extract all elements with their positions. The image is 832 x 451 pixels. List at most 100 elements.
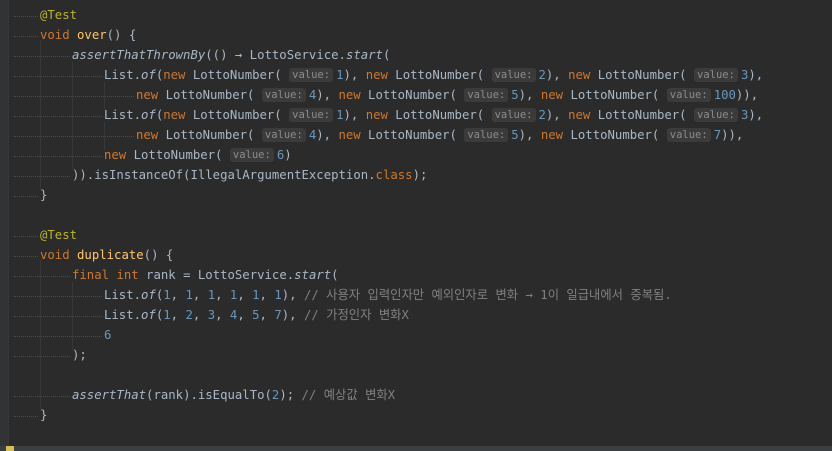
code-token-keyword: void <box>40 28 70 42</box>
parameter-hint: value: <box>289 108 334 122</box>
code-line[interactable]: List.of(new LottoNumber( value: 1), new L… <box>8 105 763 125</box>
warning-marker-icon <box>6 446 14 451</box>
code-line[interactable]: List.of(1, 2, 3, 4, 5, 7), // 가정인자 변화X <box>8 305 409 325</box>
code-token-plain: ), <box>748 68 764 82</box>
code-token-keyword: final <box>72 268 110 282</box>
parameter-hint: value: <box>464 128 509 142</box>
code-token-plain: LottoNumber( <box>563 128 667 142</box>
code-token-plain: ), <box>545 108 569 122</box>
parameter-hint: value: <box>261 88 306 102</box>
code-token-number: 1 <box>207 288 216 302</box>
code-token-plain: (rank).isEqualTo( <box>146 388 272 402</box>
code-token-plain: , <box>215 288 230 302</box>
code-token-static: start <box>294 268 332 282</box>
code-token-plain: LottoNumber( <box>360 88 465 102</box>
parameter-hint: value: <box>694 108 738 122</box>
code-line[interactable]: new LottoNumber( value: 6) <box>8 145 292 165</box>
code-line[interactable]: List.of(new LottoNumber( value: 1), new L… <box>8 65 763 85</box>
horizontal-scrollbar[interactable] <box>0 446 832 451</box>
code-token-static: assertThat <box>72 388 147 402</box>
code-token-plain: LottoNumber( <box>158 88 262 102</box>
parameter-hint: value: <box>491 68 536 82</box>
code-line[interactable]: new LottoNumber( value: 4), new LottoNumb… <box>8 85 758 105</box>
code-token-plain: () { <box>106 28 137 42</box>
code-token-plain: ); <box>72 348 87 362</box>
code-token-static: of <box>141 68 156 82</box>
code-token-number: 2 <box>538 108 546 122</box>
code-token-number: 7 <box>274 308 282 322</box>
code-token-number: 5 <box>511 128 519 142</box>
code-token-plain: , <box>215 308 230 322</box>
code-line[interactable]: new LottoNumber( value: 4), new LottoNumb… <box>8 125 743 145</box>
code-token-plain: )).isInstanceOf(IllegalArgumentException… <box>72 168 376 182</box>
code-token-plain: )), <box>721 128 744 142</box>
code-token-plain: ) <box>284 148 292 162</box>
code-token-number: 2 <box>185 308 193 322</box>
code-token-plain: List. <box>104 308 142 322</box>
code-token-number: 1 <box>163 308 171 322</box>
code-token-keyword: new <box>338 88 361 102</box>
code-token-keyword: new <box>365 108 388 122</box>
code-line[interactable]: @Test <box>8 225 77 245</box>
code-token-plain: ), <box>281 288 304 302</box>
code-token-plain: LottoNumber( <box>590 68 694 82</box>
code-token-keyword: new <box>338 128 361 142</box>
code-line[interactable]: assertThat(rank).isEqualTo(2); // 예상값 변화… <box>8 385 395 405</box>
code-token-number: 2 <box>538 68 546 82</box>
code-token-plain: List. <box>104 108 142 122</box>
code-token-number: 1 <box>185 288 193 302</box>
code-token-method: duplicate <box>77 248 144 262</box>
code-token-plain: LottoNumber( <box>126 148 230 162</box>
code-token-plain: LottoNumber( <box>158 128 262 142</box>
parameter-hint: value: <box>229 148 274 162</box>
code-token-plain: ); <box>412 168 428 182</box>
code-line[interactable]: } <box>8 185 47 205</box>
code-line[interactable]: 6 <box>8 325 111 345</box>
code-token-method: over <box>77 28 107 42</box>
code-token-number: 1 <box>252 288 260 302</box>
parameter-hint: value: <box>464 88 509 102</box>
code-token-keyword: new <box>540 88 564 102</box>
parameter-hint: value: <box>289 68 334 82</box>
parameter-hint: value: <box>666 88 711 102</box>
code-token-static: of <box>141 288 156 302</box>
code-token-plain: rank = LottoService. <box>138 268 295 282</box>
code-token-plain: LottoNumber( <box>590 108 694 122</box>
code-line[interactable]: )).isInstanceOf(IllegalArgumentException… <box>8 165 427 185</box>
code-line[interactable]: final int rank = LottoService.start( <box>8 265 339 285</box>
code-token-plain: ), <box>518 88 541 102</box>
code-token-plain: LottoNumber( <box>387 68 492 82</box>
code-token-plain: List. <box>104 68 142 82</box>
code-token-plain: , <box>259 308 275 322</box>
parameter-hint: value: <box>261 128 306 142</box>
code-line[interactable]: } <box>8 405 47 425</box>
code-token-plain: ), <box>316 128 339 142</box>
code-line[interactable]: void duplicate() { <box>8 245 173 265</box>
code-token-plain: ), <box>518 128 541 142</box>
code-line[interactable]: @Test <box>8 5 77 25</box>
code-token-keyword: new <box>568 68 591 82</box>
code-token-plain: () { <box>143 248 174 262</box>
code-line[interactable]: List.of(1, 1, 1, 1, 1, 1), // 사용자 입력인자만 … <box>8 285 672 305</box>
code-token-number: 100 <box>713 88 736 102</box>
code-token-keyword: new <box>540 128 564 142</box>
code-token-plain: ), <box>748 108 764 122</box>
code-token-plain: , <box>170 308 186 322</box>
code-token-static: of <box>141 308 156 322</box>
code-token-number: 5 <box>511 88 519 102</box>
code-token-keyword: void <box>40 248 70 262</box>
code-line[interactable]: ); <box>8 345 87 365</box>
code-line[interactable]: void over() { <box>8 25 136 45</box>
code-token-plain: ), <box>343 108 366 122</box>
code-editor[interactable]: @Test void over() {assertThatThrownBy(() … <box>0 0 832 446</box>
editor-gutter[interactable] <box>0 0 8 446</box>
code-token-keyword: new <box>136 88 159 102</box>
code-token-number: 7 <box>713 128 722 142</box>
code-token-plain: , <box>170 288 186 302</box>
code-token-annotation: @Test <box>40 8 78 22</box>
code-token-plain: )), <box>735 88 759 102</box>
code-line[interactable]: assertThatThrownBy(() → LottoService.sta… <box>8 45 390 65</box>
code-token-plain: ); <box>279 388 302 402</box>
code-token-plain: } <box>40 188 48 202</box>
